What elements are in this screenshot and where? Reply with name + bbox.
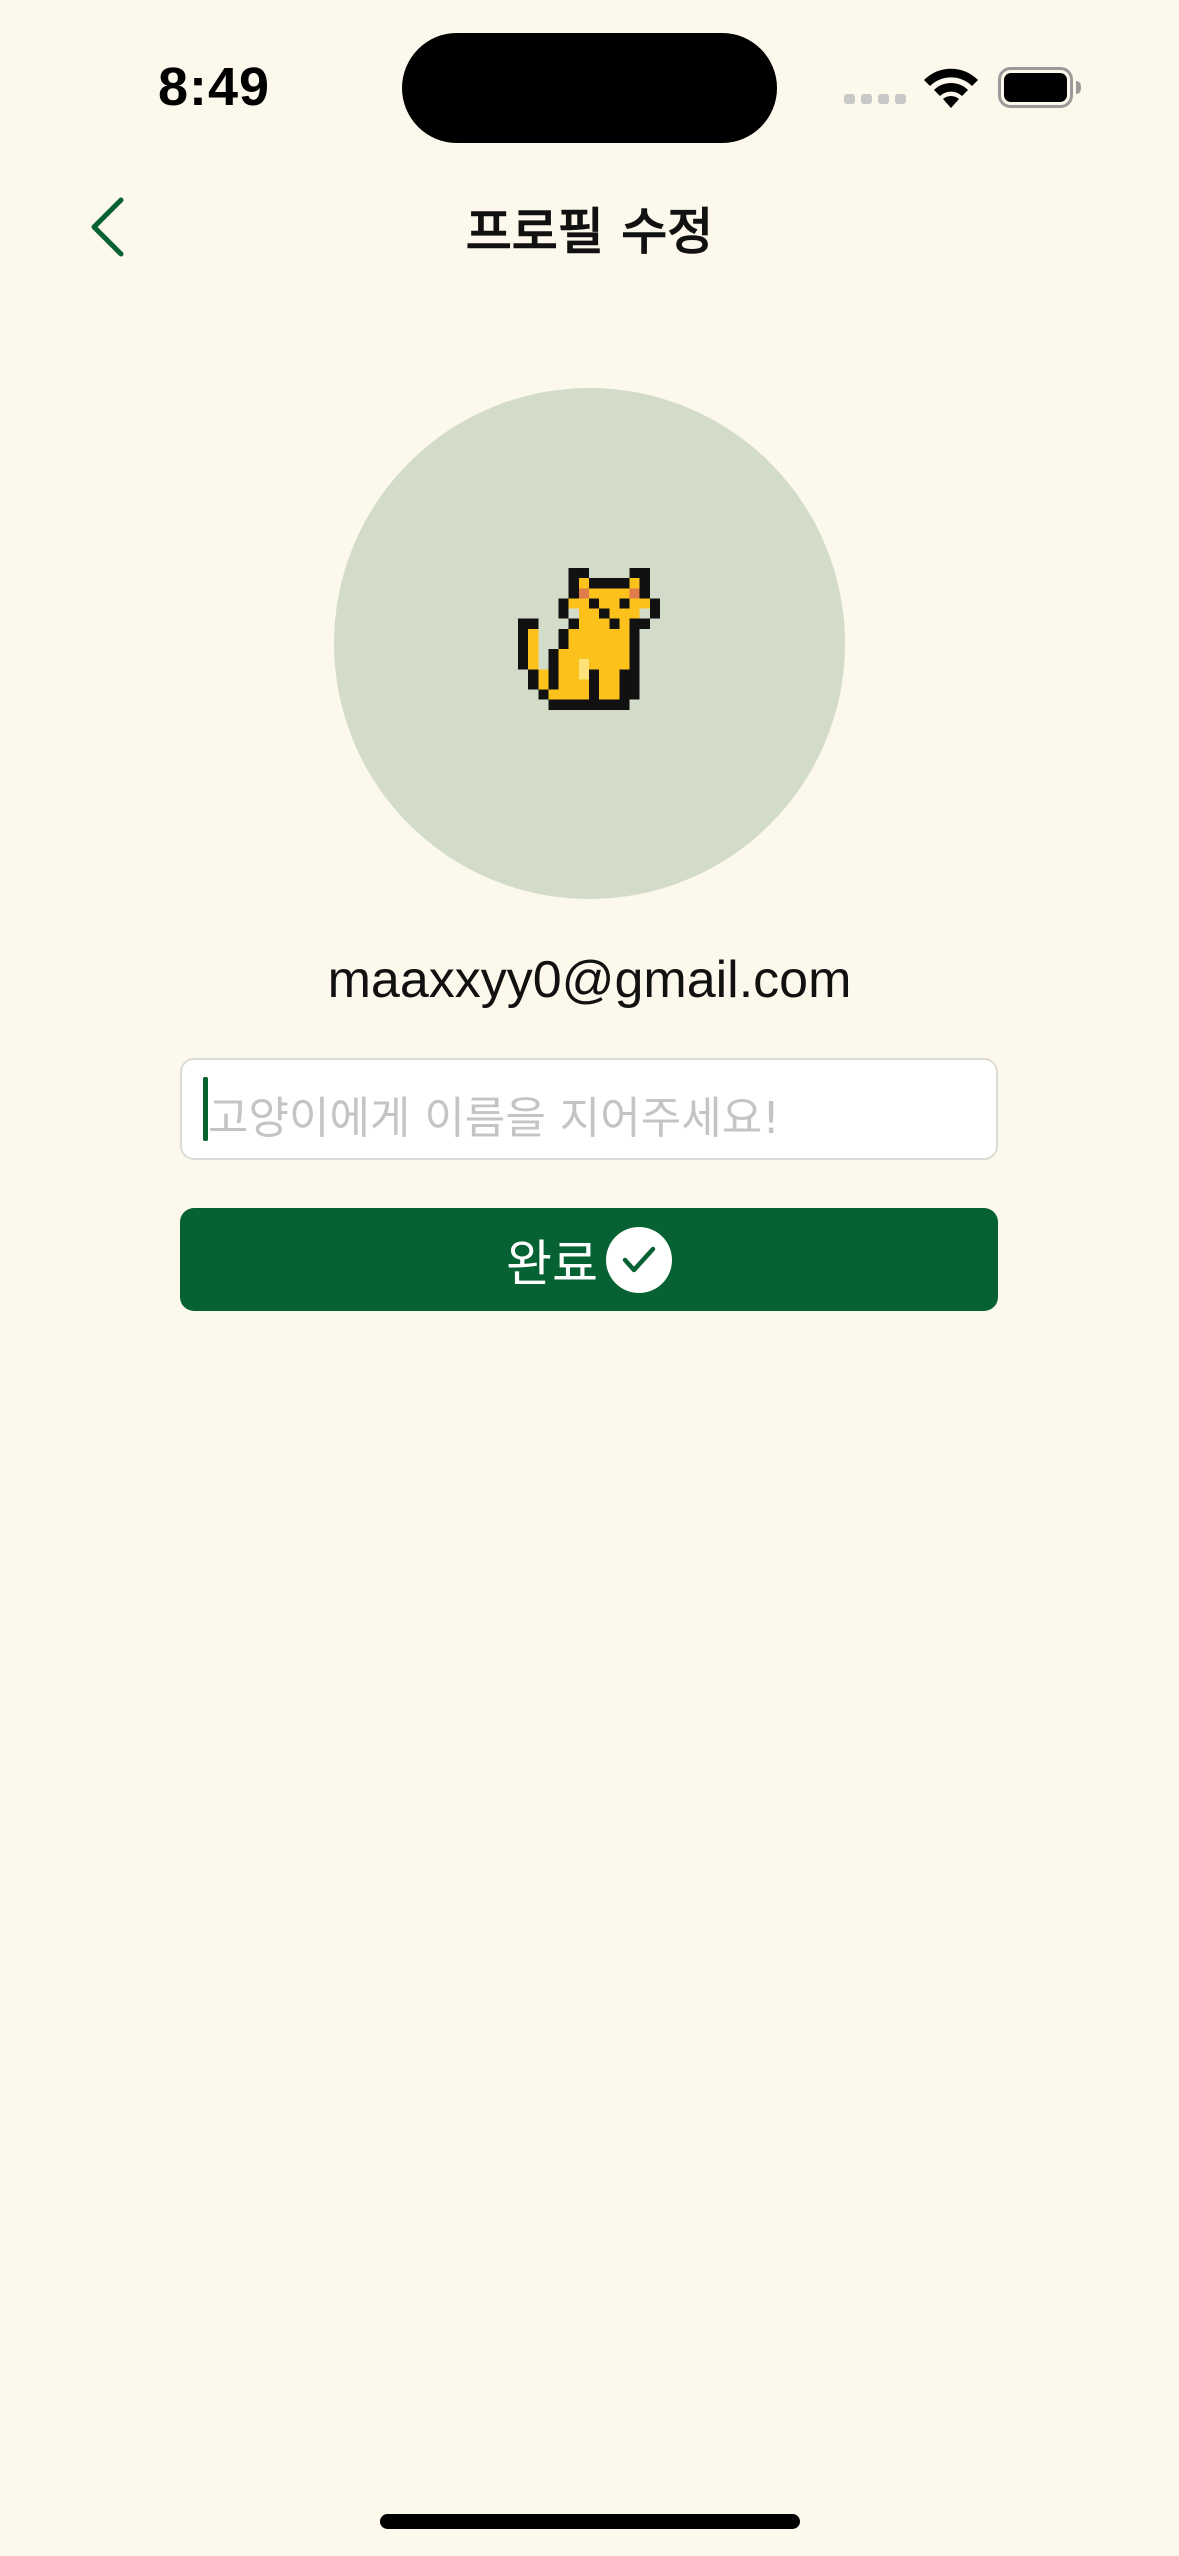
edit-profile-screen: 8:49 프로필 수정 maaxxyy0@gmail.com 고양이에게 이름을… xyxy=(0,0,1179,2556)
done-button-label: 완료 xyxy=(506,1234,598,1293)
cellular-signal-icon xyxy=(844,94,906,104)
dynamic-island xyxy=(402,33,777,143)
battery-icon xyxy=(998,67,1081,108)
home-indicator[interactable] xyxy=(380,2514,800,2529)
user-email: maaxxyy0@gmail.com xyxy=(327,951,852,1009)
cat-name-placeholder: 고양이에게 이름을 지어주세요! xyxy=(208,1093,780,1144)
pixel-cat-icon xyxy=(518,568,660,710)
done-button[interactable]: 완료 xyxy=(180,1208,998,1311)
status-time: 8:49 xyxy=(158,57,271,117)
check-icon xyxy=(606,1226,672,1293)
wifi-icon xyxy=(924,68,978,108)
cat-name-input[interactable]: 고양이에게 이름을 지어주세요! xyxy=(180,1058,998,1160)
page-title: 프로필 수정 xyxy=(465,203,714,261)
